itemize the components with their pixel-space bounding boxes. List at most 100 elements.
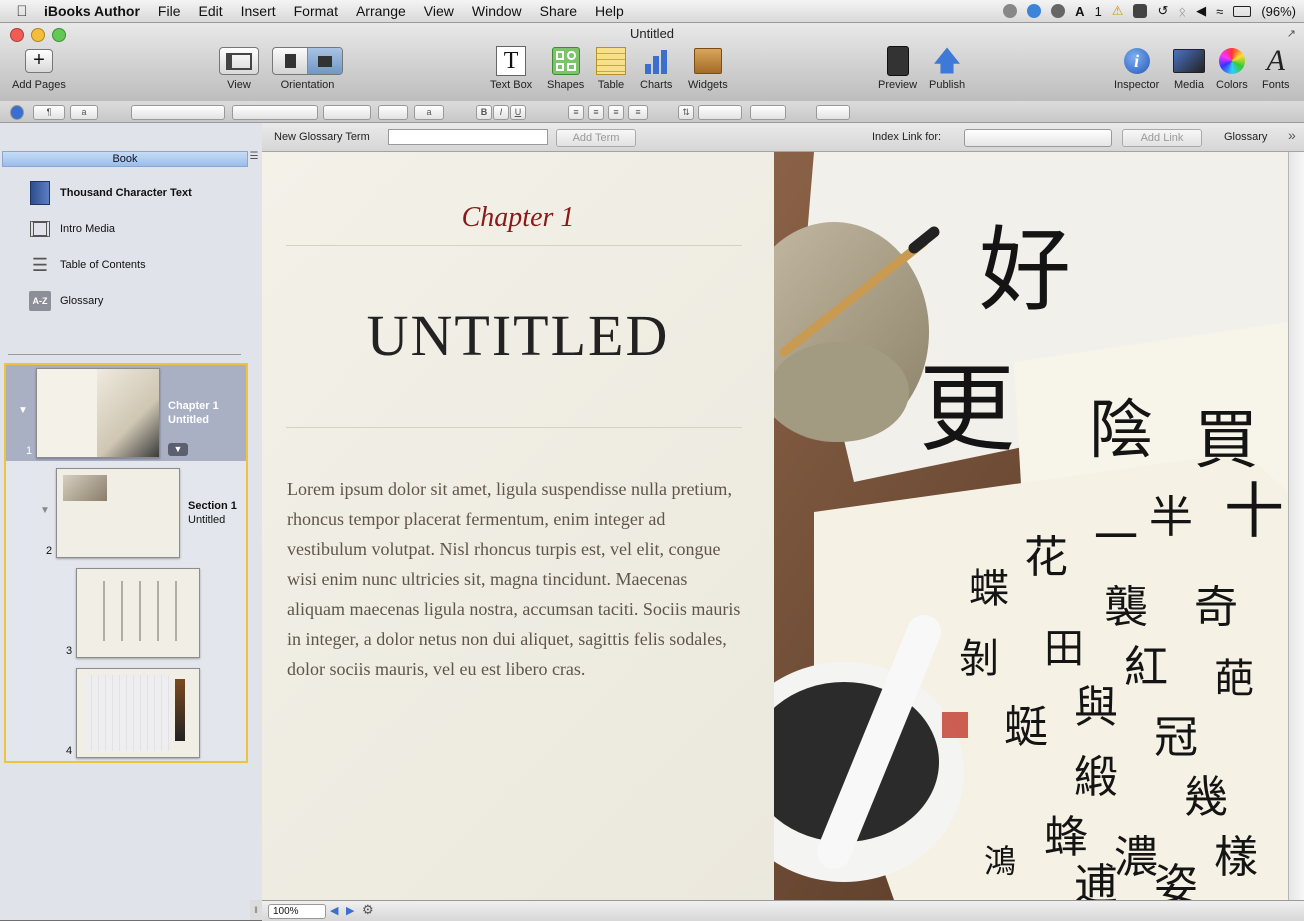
table-button[interactable]: Table [596, 45, 626, 91]
index-link-select[interactable] [964, 129, 1112, 147]
new-glossary-term-input[interactable] [388, 129, 548, 145]
menu-help[interactable]: Help [595, 3, 624, 19]
bluetooth-icon[interactable]: ᛟ [1178, 4, 1186, 19]
list-style-select[interactable] [816, 105, 850, 120]
align-center-icon[interactable]: ≡ [588, 105, 604, 120]
adobe-status-icon[interactable]: A [1075, 4, 1084, 19]
sidebar-item-toc[interactable]: ☰ Table of Contents [28, 252, 146, 278]
disclosure-triangle-icon[interactable]: ▼ [18, 405, 28, 416]
zoom-select[interactable]: 100% [268, 904, 326, 919]
bold-button[interactable]: B [476, 105, 492, 120]
widgets-button[interactable]: Widgets [688, 45, 728, 91]
line-spacing-select[interactable] [698, 105, 742, 120]
underline-button[interactable]: U [510, 105, 526, 120]
orientation-control[interactable]: Orientation [272, 45, 343, 91]
previous-page-icon[interactable]: ◀ [330, 904, 338, 917]
line-spacing-icon[interactable]: ⇅ [678, 105, 694, 120]
chapter-label[interactable]: Chapter 1 [262, 202, 774, 234]
apple-menu-icon[interactable]:  [0, 3, 44, 20]
section-thumbnail[interactable] [56, 468, 180, 558]
sidebar-item-intro-media[interactable]: Intro Media [28, 216, 115, 242]
align-justify-icon[interactable]: ≡ [628, 105, 648, 120]
display-status-icon[interactable] [1051, 4, 1066, 18]
svg-text:逋: 逋 [1074, 860, 1118, 900]
paragraph-style-select[interactable]: ¶ [33, 105, 65, 120]
align-right-icon[interactable]: ≡ [608, 105, 624, 120]
svg-text:蜓: 蜓 [1004, 702, 1048, 753]
sync-status-icon[interactable] [1027, 4, 1042, 18]
landscape-orientation-icon[interactable] [307, 48, 342, 74]
media-button[interactable]: Media [1173, 45, 1205, 91]
view-button[interactable]: View [219, 45, 259, 91]
portrait-orientation-icon[interactable] [273, 48, 307, 74]
split-view-handle[interactable]: ‖ [250, 900, 262, 920]
styles-drawer-icon[interactable] [10, 105, 24, 120]
battery-icon[interactable] [1233, 5, 1252, 17]
body-text[interactable]: Lorem ipsum dolor sit amet, ligula suspe… [287, 474, 749, 684]
vertical-scrollbar[interactable] [1288, 152, 1304, 900]
svg-text:鴻: 鴻 [984, 842, 1016, 880]
menu-window[interactable]: Window [472, 3, 522, 19]
text-color-well[interactable] [378, 105, 408, 120]
calligraphy-photo[interactable]: 好 更 陰 買 十 半 花 一 蝶 襲 奇 剝 田 紅 葩 蜓 與 冠 緞 幾 … [774, 152, 1288, 900]
page-thumbnail[interactable] [76, 568, 200, 658]
warning-icon[interactable]: ⚠ [1112, 3, 1124, 19]
gear-icon[interactable]: ⚙ [362, 902, 374, 918]
disclosure-triangle-icon[interactable]: ▼ [40, 505, 50, 516]
volume-icon[interactable]: ◀ [1196, 3, 1206, 19]
menu-view[interactable]: View [424, 3, 454, 19]
glossary-button[interactable]: Glossary [1224, 131, 1267, 143]
shapes-button[interactable]: Shapes [547, 45, 584, 91]
menu-format[interactable]: Format [294, 3, 338, 19]
menu-arrange[interactable]: Arrange [356, 3, 406, 19]
add-link-button[interactable]: Add Link [1122, 129, 1202, 147]
chapter-options-icon[interactable]: ▼ [168, 443, 188, 456]
add-term-button[interactable]: Add Term [556, 129, 636, 147]
charts-button[interactable]: Charts [640, 45, 672, 91]
menu-file[interactable]: File [158, 3, 181, 19]
sidebar-menu-icon[interactable]: ☰ [248, 151, 260, 165]
align-left-icon[interactable]: ≡ [568, 105, 584, 120]
calligraphy-photo-image: 好 更 陰 買 十 半 花 一 蝶 襲 奇 剝 田 紅 葩 蜓 與 冠 緞 幾 … [774, 152, 1288, 900]
charts-icon [645, 48, 668, 74]
columns-select[interactable] [750, 105, 786, 120]
chapter-thumbnail[interactable] [36, 368, 160, 458]
wifi-icon[interactable]: ≈ [1216, 4, 1223, 19]
text-background-well[interactable]: a [414, 105, 444, 120]
add-pages-button[interactable]: + Add Pages [12, 45, 66, 91]
chapter-row[interactable]: ▼ 1 Chapter 1 Untitled ▼ [6, 365, 246, 461]
page-thumbnail[interactable] [76, 668, 200, 758]
menu-app-name[interactable]: iBooks Author [44, 3, 140, 19]
fonts-button[interactable]: A Fonts [1262, 45, 1290, 92]
svg-text:姿: 姿 [1154, 860, 1198, 900]
font-size-field[interactable] [323, 105, 371, 120]
sidebar-item-book-title[interactable]: Thousand Character Text [28, 180, 192, 206]
book-sidebar: Book ☰ Thousand Character Text Intro Med… [0, 123, 263, 920]
font-family-select[interactable] [131, 105, 225, 120]
next-page-icon[interactable]: ▶ [346, 904, 354, 917]
hat-icon[interactable] [1133, 4, 1148, 18]
sidebar-item-glossary[interactable]: A-Z Glossary [28, 288, 103, 314]
preview-button[interactable]: Preview [878, 45, 917, 91]
menu-edit[interactable]: Edit [198, 3, 222, 19]
font-typeface-select[interactable] [232, 105, 318, 120]
character-style-select[interactable]: a [70, 105, 98, 120]
page-canvas: Chapter 1 UNTITLED Lorem ipsum dolor sit… [262, 152, 1288, 900]
italic-button[interactable]: I [493, 105, 509, 120]
color-wheel-icon [1218, 48, 1245, 74]
chat-status-icon[interactable] [1003, 4, 1018, 18]
svg-text:奇: 奇 [1194, 582, 1238, 633]
fullscreen-icon[interactable]: ↗ [1287, 27, 1296, 40]
menu-insert[interactable]: Insert [241, 3, 276, 19]
time-machine-icon[interactable]: ↺ [1157, 3, 1168, 19]
double-chevron-icon[interactable]: » [1288, 127, 1296, 143]
text-box-button[interactable]: T Text Box [490, 45, 532, 91]
colors-button[interactable]: Colors [1216, 45, 1248, 91]
publish-button[interactable]: 🡅 Publish [929, 45, 965, 92]
menu-share[interactable]: Share [540, 3, 577, 19]
svg-text:一: 一 [1094, 512, 1138, 563]
chapter-title[interactable]: UNTITLED [262, 302, 774, 369]
inspector-button[interactable]: i Inspector [1114, 45, 1159, 91]
svg-text:花: 花 [1024, 532, 1068, 583]
sidebar-footer [0, 900, 251, 920]
